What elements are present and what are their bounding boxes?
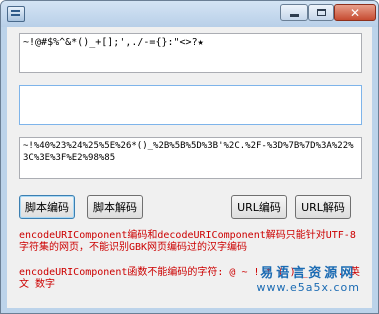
minimize-button[interactable]	[280, 4, 308, 21]
url-decode-button[interactable]: URL解码	[295, 195, 351, 219]
script-decode-button[interactable]: 脚本解码	[87, 195, 143, 219]
encoding-note-label: encodeURIComponent编码和decodeURIComponent解…	[19, 230, 356, 253]
watermark-name: 易语言资源网	[260, 266, 357, 281]
app-icon	[7, 6, 25, 22]
encoded-text-field[interactable]: ~!%40%23%24%25%5E%26*()_%2B%5B%5D%3B'%2C…	[19, 137, 362, 179]
close-icon: ✕	[349, 5, 361, 20]
watermark-url: www.e5a5x.com	[256, 281, 360, 294]
result-text-field[interactable]	[19, 85, 362, 125]
maximize-button[interactable]	[308, 4, 334, 21]
title-bar[interactable]: ✕	[1, 1, 378, 27]
close-button[interactable]: ✕	[334, 4, 376, 21]
script-encode-button[interactable]: 脚本编码	[19, 195, 75, 219]
maximize-icon	[316, 9, 326, 16]
client-area: ~!@#$%^&*()_+[];',./-={}:"<>?★ ~!%40%23%…	[7, 27, 372, 308]
app-window: ✕ ~!@#$%^&*()_+[];',./-={}:"<>?★ ~!%40%2…	[0, 0, 379, 314]
watermark-logo: 易语言资源网 www.e5a5x.com	[257, 262, 360, 294]
source-text-field[interactable]: ~!@#$%^&*()_+[];',./-={}:"<>?★	[19, 33, 362, 73]
minimize-icon	[289, 14, 299, 17]
url-encode-button[interactable]: URL编码	[231, 195, 287, 219]
